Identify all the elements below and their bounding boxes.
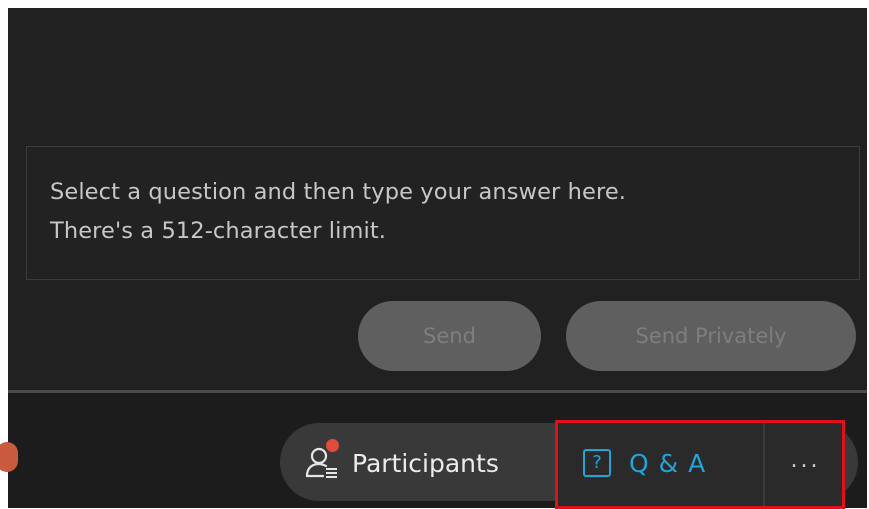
qa-highlight-box: ? Q & A ... bbox=[555, 420, 845, 509]
bottom-toolbar: Participants ? Q & A ... bbox=[0, 393, 867, 509]
more-options-button[interactable]: ... bbox=[778, 441, 833, 485]
answer-input[interactable]: Select a question and then type your ans… bbox=[26, 146, 860, 280]
question-icon: ? bbox=[583, 449, 611, 477]
more-dots-icon: ... bbox=[790, 448, 821, 473]
toolbar-separator bbox=[763, 423, 765, 506]
partial-button-icon[interactable] bbox=[0, 442, 18, 472]
qa-button[interactable]: ? Q & A bbox=[583, 441, 706, 485]
qa-panel: Select a question and then type your ans… bbox=[0, 8, 867, 509]
send-privately-button[interactable]: Send Privately bbox=[566, 301, 856, 371]
participants-icon bbox=[304, 439, 340, 481]
screenshot-frame: Select a question and then type your ans… bbox=[0, 0, 869, 509]
send-privately-button-label: Send Privately bbox=[635, 324, 787, 348]
send-button[interactable]: Send bbox=[358, 301, 541, 371]
notification-dot bbox=[326, 439, 339, 452]
participants-button[interactable]: Participants bbox=[304, 439, 499, 485]
send-button-label: Send bbox=[423, 324, 476, 348]
qa-label: Q & A bbox=[629, 448, 707, 478]
participants-label: Participants bbox=[352, 448, 499, 478]
